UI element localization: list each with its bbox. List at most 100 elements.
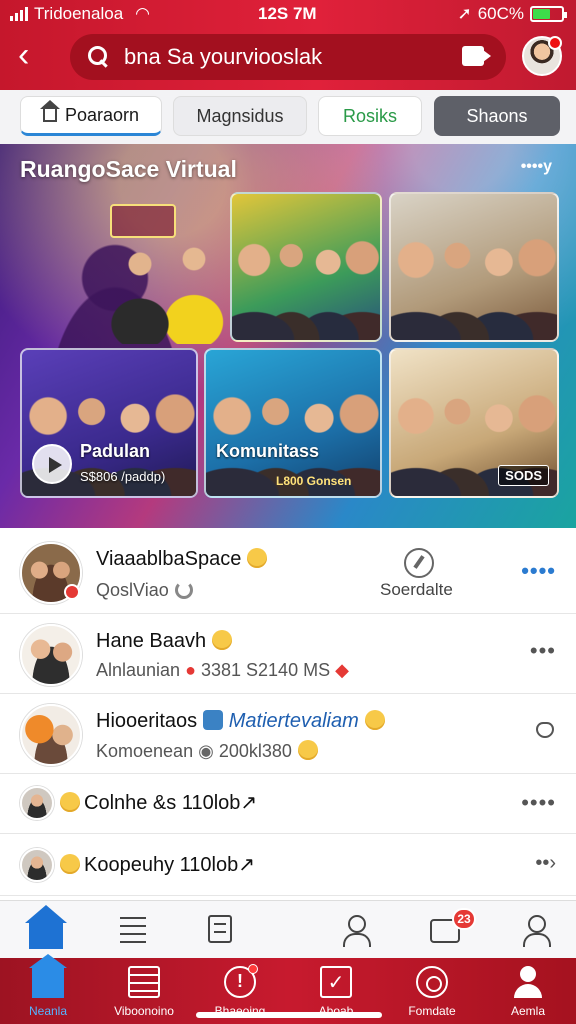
play-icon[interactable]	[32, 444, 72, 484]
more-options-button[interactable]: •••	[530, 638, 556, 664]
item-name: Hane Baavh	[96, 630, 207, 652]
photo-tile-band[interactable]	[230, 192, 382, 342]
laugh-emoji-icon	[60, 854, 80, 874]
avatar	[20, 624, 82, 686]
avatar	[20, 704, 82, 766]
photo-tile-guitar[interactable]	[389, 192, 559, 342]
compass-icon[interactable]	[404, 548, 434, 578]
lips-emoji-icon: ●	[185, 660, 196, 680]
home-icon	[39, 99, 60, 122]
item-link[interactable]: Matiertevaliam	[229, 710, 359, 732]
tag-icon: ◆	[335, 660, 349, 680]
forward-button[interactable]: ••›	[535, 852, 556, 875]
notification-dot	[248, 964, 258, 974]
banner-more[interactable]: ••••y	[521, 158, 552, 176]
item-meta: 3381 S2140 MS	[200, 660, 331, 680]
list-item[interactable]: Colnhe &s 110lob↗ ••••	[0, 774, 576, 834]
photo-tile-padulan[interactable]: Padulan S$806 /paddp)	[20, 348, 198, 498]
featured-banner[interactable]: RuangoSace Virtual ••••y Padulan S$806 /…	[0, 144, 576, 528]
secondary-tab-bar	[0, 900, 576, 958]
avatar	[20, 786, 54, 820]
tile-label: Komunitass	[216, 441, 320, 461]
nav-explore[interactable]: Fomdate	[384, 964, 480, 1022]
tab-rosiks[interactable]: Rosiks	[318, 96, 422, 136]
back-button[interactable]: ‹	[18, 38, 48, 74]
item-subtitle: Alnlaunian	[96, 660, 181, 680]
more-options-button[interactable]: ••••	[521, 558, 556, 584]
search-placeholder: bna Sa yourviooslak	[124, 44, 323, 69]
tab-shaons[interactable]: Shaons	[434, 96, 560, 136]
signal-icon	[10, 7, 28, 21]
heart-icon[interactable]	[536, 722, 554, 738]
more-options-button[interactable]: ••••	[521, 790, 556, 816]
worried-emoji-icon	[297, 740, 318, 760]
check-icon	[320, 966, 352, 998]
photo-tile-classroom[interactable]: SODS	[389, 348, 559, 498]
avatar	[20, 848, 54, 882]
item-name: Colnhe &s 110lob↗	[84, 792, 258, 814]
location-icon: ➚	[457, 4, 472, 23]
tab-list-icon[interactable]	[114, 911, 154, 949]
battery-icon	[530, 6, 567, 22]
home-icon	[29, 954, 67, 998]
tab-document-icon[interactable]	[200, 911, 240, 949]
grid-icon	[128, 966, 160, 998]
notification-badge: 23	[452, 908, 476, 930]
contact-card-icon	[202, 710, 223, 730]
grin-emoji-icon	[364, 710, 385, 730]
grin-emoji-icon	[212, 630, 233, 650]
nav-videos[interactable]: Viboonoino	[96, 964, 192, 1022]
item-meta: 200kl380	[218, 741, 292, 761]
live-badge	[64, 584, 80, 600]
item-name: Hiooeritaos	[96, 710, 198, 732]
carrier-label: Tridoenaloa	[34, 4, 124, 23]
tab-home[interactable]: Poaraorn	[20, 96, 162, 136]
profile-avatar[interactable]	[522, 36, 562, 76]
user-search-icon	[342, 915, 371, 947]
neon-sign	[110, 204, 176, 238]
performers-image	[110, 244, 230, 344]
search-icon	[88, 46, 110, 68]
video-camera-icon[interactable]	[462, 46, 491, 66]
tab-magnsidus[interactable]: Magnsidus	[173, 96, 307, 136]
chat-list: ViaaablbaSpace QoslViao Soerdalte •••• H…	[0, 528, 576, 900]
clock: 12S 7M	[258, 4, 317, 23]
document-icon	[208, 915, 232, 943]
list-item[interactable]: Hane Baavh Alnlaunian ● 3381 S2140 MS ◆ …	[0, 614, 576, 694]
tile-badge: SODS	[498, 465, 549, 486]
home-icon	[25, 905, 67, 949]
banner-title: RuangoSace Virtual	[20, 156, 237, 182]
list-item[interactable]: Koopeuhy 110lob↗ ••›	[0, 834, 576, 896]
tab-search-user-icon[interactable]	[334, 911, 374, 949]
search-input[interactable]: bna Sa yourviooslak	[70, 34, 506, 80]
category-tabs: Poaraorn Magnsidus Rosiks Shaons	[0, 90, 576, 144]
tile-label: Padulan	[80, 441, 151, 461]
laugh-emoji-icon	[60, 792, 80, 812]
profile-icon	[522, 915, 551, 947]
alert-icon	[224, 964, 258, 998]
clock-icon: ◉	[198, 741, 214, 761]
globe-icon	[416, 966, 448, 998]
item-subtitle: Komoenean	[96, 741, 194, 761]
list-item[interactable]: ViaaablbaSpace QoslViao Soerdalte ••••	[0, 528, 576, 614]
notification-dot	[548, 36, 562, 50]
header: Tridoenaloa ◠ 12S 7M ➚ 60C% ‹ bna Sa you…	[0, 0, 576, 90]
item-side-label: Soerdalte	[380, 580, 453, 599]
sync-icon	[174, 581, 193, 599]
nav-account[interactable]: Aemla	[480, 964, 576, 1022]
item-subtitle: QoslViao	[96, 580, 169, 600]
smile-emoji-icon	[247, 548, 268, 568]
tab-home-icon[interactable]	[25, 905, 67, 949]
photo-tile-komunitas[interactable]: Komunitass L800 Gonsen	[204, 348, 382, 498]
nav-home[interactable]: Neanla	[0, 954, 96, 1022]
status-bar: Tridoenaloa ◠ 12S 7M ➚ 60C%	[0, 4, 576, 26]
home-indicator	[196, 1012, 382, 1018]
item-name: ViaaablbaSpace	[96, 548, 242, 570]
tile-subtitle: L800 Gonsen	[276, 474, 352, 488]
tile-subtitle: S$806 /paddp)	[80, 469, 166, 484]
list-item[interactable]: Hiooeritaos Matiertevaliam Komoenean ◉ 2…	[0, 694, 576, 774]
tab-profile-icon[interactable]	[514, 911, 554, 949]
item-name: Koopeuhy 110lob↗	[84, 854, 255, 876]
battery-percent: 60C%	[477, 4, 524, 23]
wifi-icon: ◠	[135, 4, 150, 23]
